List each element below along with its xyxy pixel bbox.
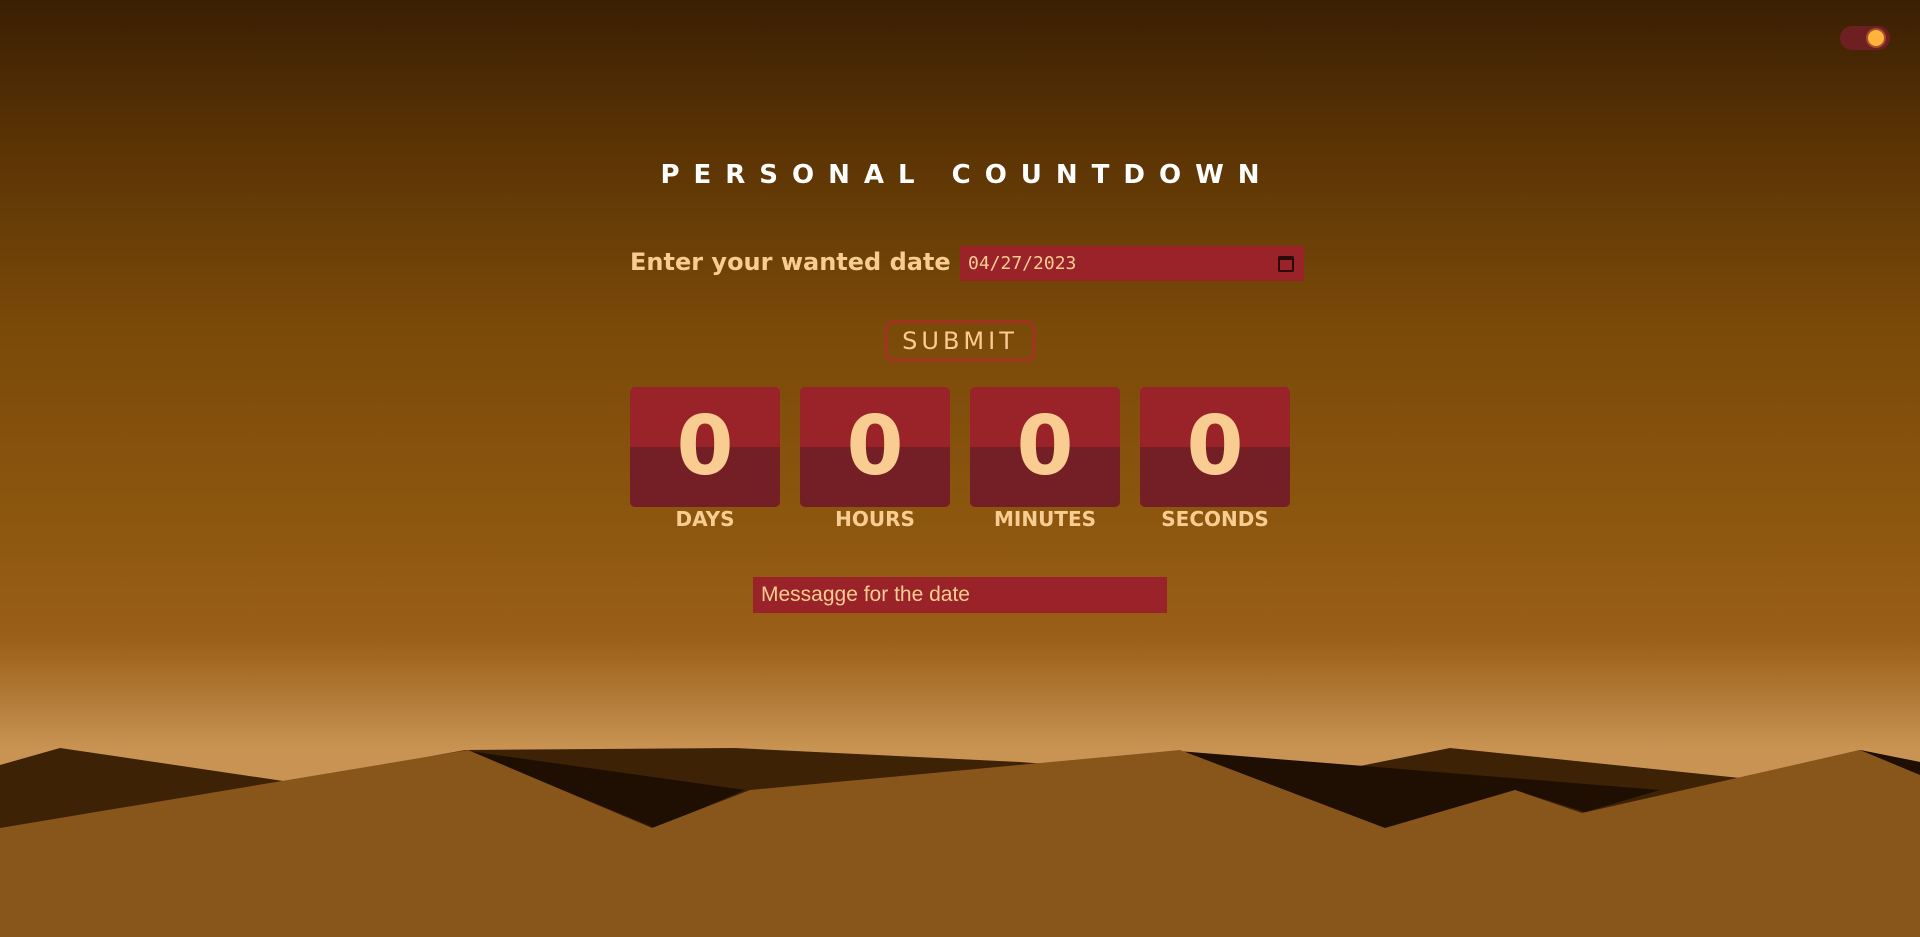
- date-label: Enter your wanted date: [630, 248, 951, 276]
- submit-button[interactable]: SUBMIT: [885, 321, 1035, 361]
- days-value: 0: [676, 399, 734, 494]
- hours-label: HOURS: [835, 507, 915, 531]
- dunes-background: [0, 748, 1920, 937]
- page-title: PERSONAL COUNTDOWN: [660, 160, 1274, 190]
- hours-value: 0: [846, 399, 904, 494]
- seconds-value: 0: [1186, 399, 1244, 494]
- date-input[interactable]: 04/27/2023: [960, 246, 1304, 281]
- calendar-icon[interactable]: [1278, 255, 1294, 272]
- message-input[interactable]: Messagge for the date: [753, 577, 1167, 613]
- date-value: 04/27/2023: [968, 253, 1077, 274]
- minutes-value: 0: [1016, 399, 1074, 494]
- days-label: DAYS: [675, 507, 735, 531]
- days-card: 0: [630, 387, 780, 507]
- seconds-label: SECONDS: [1161, 507, 1269, 531]
- sun-icon: [1868, 30, 1884, 46]
- hours-card: 0: [800, 387, 950, 507]
- minutes-label: MINUTES: [993, 507, 1097, 531]
- seconds-card: 0: [1140, 387, 1290, 507]
- theme-toggle[interactable]: [1840, 26, 1890, 50]
- minutes-card: 0: [970, 387, 1120, 507]
